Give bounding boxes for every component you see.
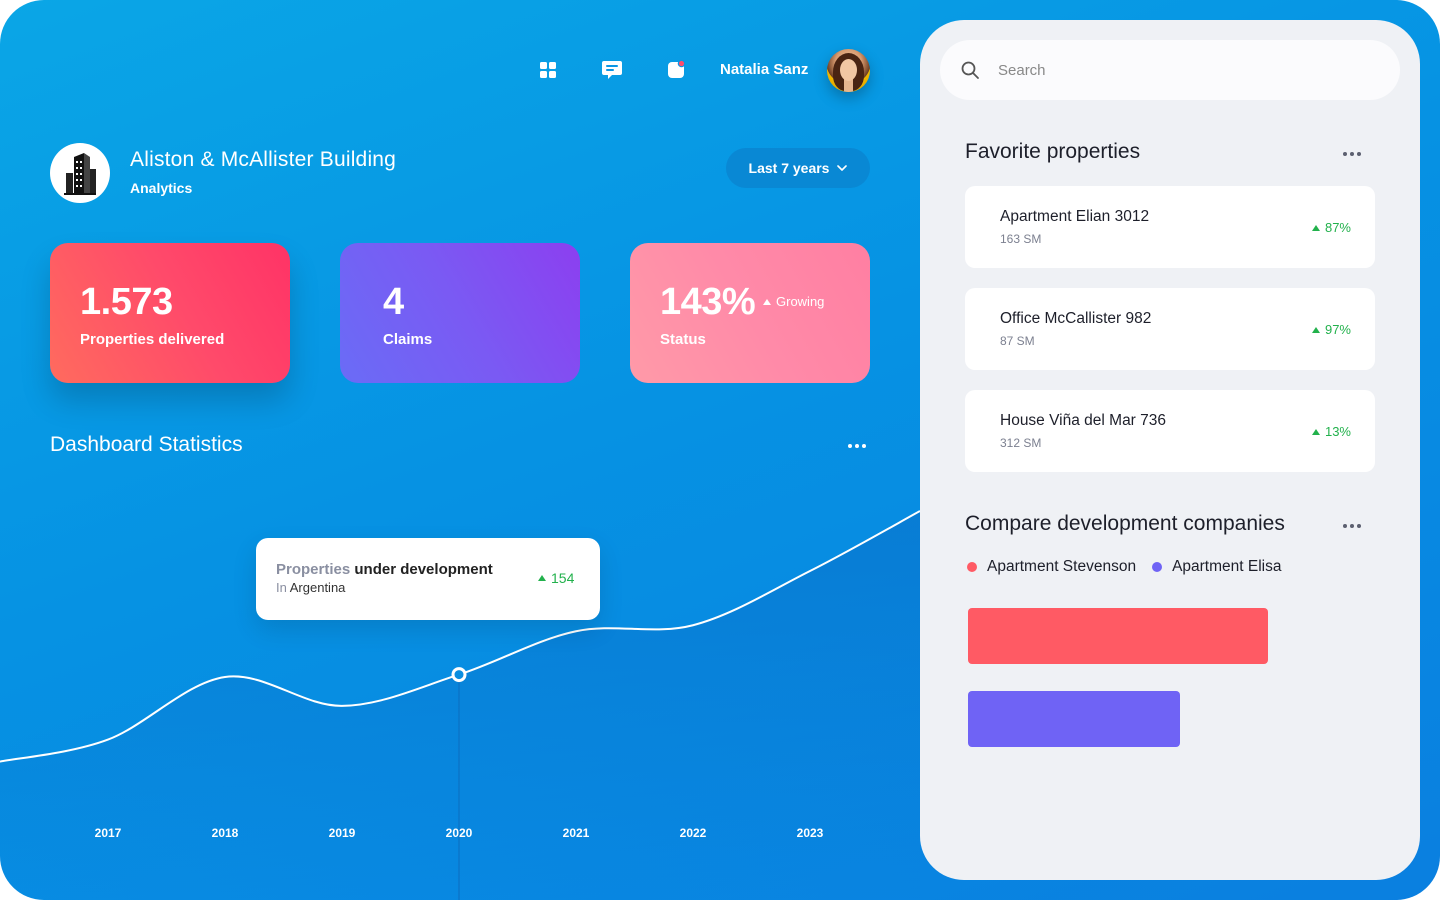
x-tick-label: 2017 bbox=[94, 826, 122, 840]
legend-dot bbox=[1152, 562, 1163, 572]
property-card[interactable]: Office McCallister 982 87 SM 97% bbox=[965, 288, 1375, 370]
legend-dot bbox=[967, 562, 977, 572]
chart-point[interactable] bbox=[221, 673, 229, 681]
chart-point[interactable] bbox=[572, 627, 580, 635]
compare-bar-elisa[interactable] bbox=[968, 691, 1180, 747]
triangle-up-icon bbox=[1311, 428, 1320, 435]
avatar[interactable] bbox=[827, 49, 870, 92]
chart-point-highlight[interactable] bbox=[451, 667, 467, 683]
avatar-face bbox=[840, 59, 857, 81]
search-input[interactable] bbox=[998, 56, 1378, 84]
more-options-icon[interactable] bbox=[1339, 148, 1365, 160]
chart-point[interactable] bbox=[104, 736, 112, 744]
property-trend: 97% bbox=[1311, 322, 1351, 337]
notification-icon[interactable] bbox=[664, 58, 688, 82]
legend-label: Apartment Stevenson bbox=[987, 558, 1137, 575]
building-subtitle: Analytics bbox=[130, 180, 193, 196]
right-panel: Favorite properties Apartment Elian 3012… bbox=[920, 20, 1420, 880]
stat-card-claims[interactable]: 4 Claims bbox=[340, 243, 580, 383]
property-size: 87 SM bbox=[1000, 334, 1035, 348]
tooltip-title-muted: Properties bbox=[276, 561, 351, 578]
property-trend-value: 13% bbox=[1324, 424, 1351, 439]
more-options-icon[interactable] bbox=[1339, 520, 1365, 532]
chart-point[interactable] bbox=[338, 702, 346, 710]
favorites-title: Favorite properties bbox=[965, 140, 1141, 163]
tooltip-subtitle: In Argentina bbox=[276, 580, 345, 595]
stat-label: Status bbox=[660, 331, 706, 348]
user-name[interactable]: Natalia Sanz bbox=[720, 61, 808, 78]
property-size: 163 SM bbox=[1000, 232, 1042, 246]
compare-legend: Apartment Stevenson Apartment Elisa bbox=[967, 558, 1281, 576]
tooltip-title: Properties under development bbox=[276, 561, 493, 578]
building-logo bbox=[50, 143, 110, 203]
property-size: 312 SM bbox=[1000, 436, 1042, 450]
search-bar[interactable] bbox=[940, 40, 1400, 100]
search-icon bbox=[961, 61, 979, 79]
tooltip-sub-muted: In bbox=[276, 580, 287, 595]
compare-title: Compare development companies bbox=[965, 512, 1285, 535]
compare-bar-stevenson[interactable] bbox=[968, 608, 1268, 664]
stat-value: 143% bbox=[660, 281, 756, 323]
date-range-select[interactable]: Last 7 years bbox=[726, 148, 870, 188]
property-trend-value: 97% bbox=[1324, 322, 1351, 337]
chart-tooltip: Properties under development In Argentin… bbox=[256, 538, 600, 620]
tooltip-value: 154 bbox=[551, 570, 575, 586]
property-trend-value: 87% bbox=[1324, 220, 1351, 235]
status-trend: Growing bbox=[763, 294, 824, 309]
tooltip-trend: 154 bbox=[538, 570, 574, 586]
property-card[interactable]: Apartment Elian 3012 163 SM 87% bbox=[965, 186, 1375, 268]
stat-value: 4 bbox=[383, 281, 404, 323]
property-card[interactable]: House Viña del Mar 736 312 SM 13% bbox=[965, 390, 1375, 472]
property-trend: 87% bbox=[1311, 220, 1351, 235]
app-root: Natalia Sanz Aliston & McAllister Buildi… bbox=[0, 0, 1440, 900]
chart-point[interactable] bbox=[689, 621, 697, 629]
date-range-label: Last 7 years bbox=[748, 160, 830, 176]
x-tick-label: 2018 bbox=[211, 826, 239, 840]
dashboard-title: Dashboard Statistics bbox=[50, 433, 243, 456]
triangle-up-icon bbox=[763, 298, 771, 305]
legend-item-stevenson[interactable]: Apartment Stevenson bbox=[967, 558, 1136, 576]
chart-point[interactable] bbox=[806, 567, 814, 575]
legend-item-elisa[interactable]: Apartment Elisa bbox=[1152, 558, 1281, 576]
grid-icon[interactable] bbox=[536, 58, 560, 82]
stat-label: Properties delivered bbox=[80, 331, 225, 348]
stat-label: Claims bbox=[383, 331, 433, 348]
property-name: House Viña del Mar 736 bbox=[1000, 412, 1167, 429]
status-trend-label: Growing bbox=[776, 294, 825, 309]
x-tick-label: 2020 bbox=[445, 826, 473, 840]
property-name: Office McCallister 982 bbox=[1000, 310, 1152, 327]
compare-bar-chart bbox=[968, 608, 1268, 747]
triangle-up-icon bbox=[538, 575, 546, 581]
x-tick-label: 2021 bbox=[562, 826, 590, 840]
x-tick-label: 2023 bbox=[796, 826, 824, 840]
triangle-up-icon bbox=[1311, 224, 1320, 231]
triangle-up-icon bbox=[1311, 326, 1320, 333]
property-name: Apartment Elian 3012 bbox=[1000, 208, 1150, 225]
x-tick-label: 2019 bbox=[328, 826, 356, 840]
more-options-icon[interactable] bbox=[844, 440, 870, 452]
legend-label: Apartment Elisa bbox=[1172, 558, 1282, 575]
stat-value: 1.573 bbox=[80, 281, 173, 323]
tooltip-title-main: under development bbox=[354, 561, 493, 578]
chevron-down-icon bbox=[837, 165, 848, 171]
tooltip-sub-main: Argentina bbox=[289, 580, 346, 595]
property-trend: 13% bbox=[1311, 424, 1351, 439]
building-title: Aliston & McAllister Building bbox=[130, 148, 397, 171]
x-tick-label: 2022 bbox=[679, 826, 707, 840]
chat-icon[interactable] bbox=[600, 58, 624, 82]
stat-card-properties-delivered[interactable]: 1.573 Properties delivered bbox=[50, 243, 290, 383]
stat-card-status[interactable]: 143% Growing Status bbox=[630, 243, 870, 383]
